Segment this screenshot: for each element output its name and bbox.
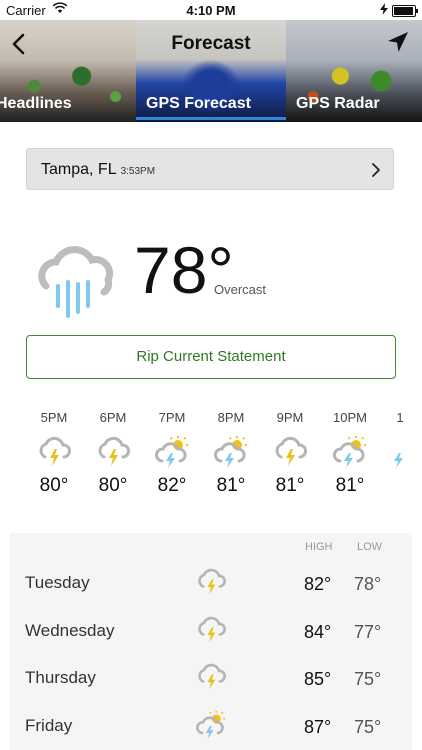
location-city: Tampa, FL: [41, 161, 117, 178]
daily-row[interactable]: Friday 87° 75°: [10, 708, 412, 748]
sun-thunder-icon: [155, 436, 188, 468]
thunder-cloud-icon: [198, 663, 226, 690]
daily-row[interactable]: Thursday 85° 75°: [10, 660, 412, 700]
tab-headlines[interactable]: Headlines: [0, 92, 72, 122]
chevron-right-icon: [372, 163, 380, 177]
hour-label: 9PM: [276, 410, 304, 425]
day-high: 85°: [304, 669, 332, 689]
daily-row[interactable]: Wednesday 84° 77°: [10, 613, 412, 653]
location-arrow-icon[interactable]: [386, 30, 410, 54]
hour-temperature: 81°: [335, 475, 365, 496]
hourly-item: 5PM 80°: [24, 410, 84, 497]
hourly-item: 1: [370, 410, 422, 475]
day-low: 77°: [354, 622, 382, 642]
location-selector[interactable]: Tampa, FL 3:53PM: [26, 148, 394, 190]
thunder-cloud-icon: [39, 436, 71, 466]
thunder-cloud-icon: [98, 436, 130, 466]
hour-temperature: 80°: [39, 475, 69, 496]
tab-gps-radar[interactable]: GPS Radar: [296, 92, 380, 122]
rain-cloud-icon: [38, 246, 114, 318]
current-condition: Overcast: [214, 282, 267, 297]
thunder-cloud-icon: [198, 568, 226, 595]
day-high: 84°: [304, 622, 332, 642]
hour-temperature: 80°: [98, 475, 128, 496]
low-column-header: LOW: [357, 541, 383, 553]
day-name: Wednesday: [25, 621, 115, 640]
hour-temperature: 81°: [275, 475, 305, 496]
thunder-cloud-icon: [198, 616, 226, 643]
charging-icon: [380, 3, 388, 18]
clock: 4:10 PM: [186, 3, 236, 18]
hour-temperature: 81°: [216, 475, 246, 496]
day-low: 75°: [354, 669, 382, 689]
day-low: 78°: [354, 574, 382, 594]
day-high: 87°: [304, 717, 332, 737]
daily-row[interactable]: Tuesday 82° 78°: [10, 565, 412, 605]
header: Forecast Headlines GPS Forecast GPS Rada…: [0, 20, 422, 122]
sun-thunder-icon: [394, 453, 403, 468]
hour-label: 7PM: [158, 410, 186, 425]
day-name: Thursday: [25, 668, 96, 687]
thunder-cloud-icon: [275, 436, 307, 466]
hourly-item: 6PM 80°: [83, 410, 143, 497]
status-bar: Carrier 4:10 PM: [0, 0, 422, 20]
hourly-forecast[interactable]: 5PM 80° 6PM 80° 7PM 82° 8PM 81° 9PM 81° …: [0, 410, 422, 510]
selected-tab-indicator: [136, 117, 286, 120]
hour-label: 1: [396, 410, 404, 425]
weather-alert-button[interactable]: Rip Current Statement: [26, 335, 396, 379]
hour-label: 6PM: [99, 410, 127, 425]
hourly-item: 9PM 81°: [260, 410, 320, 497]
day-name: Tuesday: [25, 573, 90, 592]
day-name: Friday: [25, 716, 73, 735]
sun-thunder-icon: [214, 436, 247, 468]
location-updated-time: 3:53PM: [120, 166, 156, 177]
sun-thunder-icon: [196, 710, 226, 740]
high-column-header: HIGH: [305, 541, 333, 553]
hour-label: 8PM: [217, 410, 245, 425]
sun-thunder-icon: [333, 436, 366, 468]
hour-label: 5PM: [40, 410, 68, 425]
hourly-item: 8PM 81°: [201, 410, 261, 497]
daily-forecast: HIGH LOW Tuesday 82° 78° Wednesday 84° 7…: [10, 533, 412, 750]
hourly-item: 7PM 82°: [142, 410, 202, 497]
day-high: 82°: [304, 574, 332, 594]
hour-temperature: 82°: [157, 475, 187, 496]
battery-icon: [392, 4, 418, 17]
page-title: Forecast: [171, 33, 251, 54]
day-low: 75°: [354, 717, 382, 737]
